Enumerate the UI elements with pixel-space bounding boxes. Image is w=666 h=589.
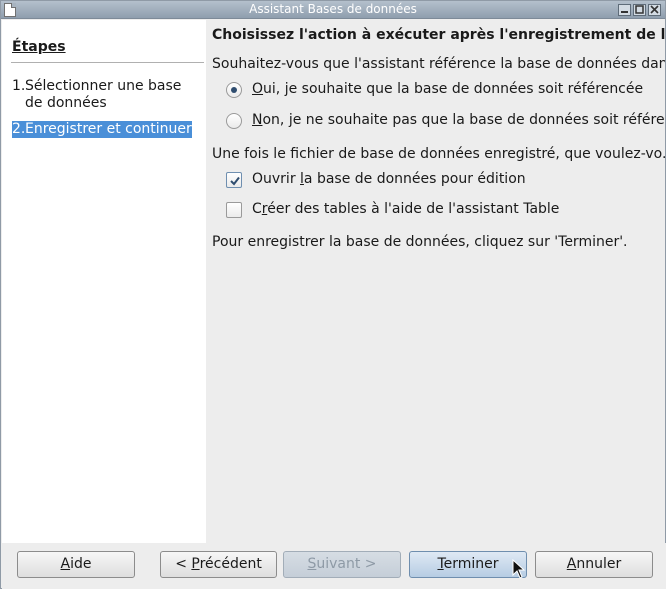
button-bar: Aide < Précédent Suivant > Terminer Annu… (2, 543, 666, 589)
checkbox[interactable] (226, 202, 242, 218)
label-text: éer des tables à l'aide de l'assistant T… (267, 201, 560, 217)
close-icon (650, 5, 659, 14)
database-wizard-window: Assistant Bases de données Étapes 1. Sél… (0, 0, 666, 589)
label-text: a base de données pour édition (303, 171, 526, 187)
button-text: < (175, 556, 192, 572)
content-panel: Choisissez l'action à exécuter après l'e… (206, 20, 665, 543)
mouse-pointer-icon (512, 559, 526, 579)
steps-divider (11, 62, 204, 63)
accelerator-key: P (191, 556, 200, 572)
help-button[interactable]: Aide (17, 551, 135, 578)
checkbox-open-label: Ouvrir la base de données pour édition (252, 171, 526, 187)
step-item-save-continue[interactable]: 2. Enregistrer et continuer (12, 121, 192, 138)
radio-yes-label: Oui, je souhaite que la base de données … (252, 81, 643, 97)
button-text: nnuler (576, 556, 622, 572)
checkmark-icon (230, 176, 240, 186)
checkbox-checked[interactable] (226, 172, 242, 188)
cancel-button[interactable]: Annuler (535, 551, 653, 578)
accelerator-key: A (566, 556, 577, 572)
step-number: 1. (12, 78, 26, 94)
accelerator-key: A (60, 556, 71, 572)
step-label: Enregistrer et continuer (25, 121, 192, 137)
button-text: récédent (199, 556, 262, 572)
after-save-question: Une fois le fichier de base de données e… (212, 146, 665, 162)
button-text: erminer (443, 556, 499, 572)
accelerator-key: N (252, 112, 263, 128)
button-text: ide (70, 556, 92, 572)
label-text: C (252, 201, 262, 217)
register-question: Souhaitez-vous que l'assistant référence… (212, 56, 665, 72)
step-label: Sélectionner une base de données (25, 78, 182, 111)
steps-title: Étapes (12, 39, 66, 55)
label-text: on, je ne souhaite pas que la base de do… (262, 112, 665, 128)
maximize-icon (635, 5, 644, 14)
step-number: 2. (12, 121, 26, 137)
page-heading: Choisissez l'action à exécuter après l'e… (212, 27, 665, 43)
close-button[interactable] (648, 4, 661, 16)
finish-instruction: Pour enregistrer la base de données, cli… (212, 234, 628, 250)
window-title: Assistant Bases de données (249, 2, 417, 16)
minimize-icon (621, 11, 628, 13)
radio-button-checked[interactable] (226, 82, 242, 98)
label-text: ui, je souhaite que la base de données s… (263, 81, 644, 97)
accelerator-key: O (252, 81, 264, 97)
finish-button[interactable]: Terminer (409, 551, 527, 578)
maximize-button[interactable] (633, 4, 646, 16)
button-text: uivant > (316, 556, 377, 572)
radio-button[interactable] (226, 113, 242, 129)
checkbox-tables-label: Créer des tables à l'aide de l'assistant… (252, 201, 559, 217)
next-button[interactable]: Suivant > (283, 551, 401, 578)
steps-panel: Étapes 1. Sélectionner une base de donné… (2, 20, 206, 543)
minimize-button[interactable] (618, 4, 631, 16)
step-item-select-database[interactable]: 1. Sélectionner une base de données (12, 78, 194, 112)
previous-button[interactable]: < Précédent (160, 551, 277, 578)
title-bar[interactable]: Assistant Bases de données (1, 1, 665, 19)
label-text: Ouvrir (252, 171, 301, 187)
radio-no-label: Non, je ne souhaite pas que la base de d… (252, 112, 665, 128)
